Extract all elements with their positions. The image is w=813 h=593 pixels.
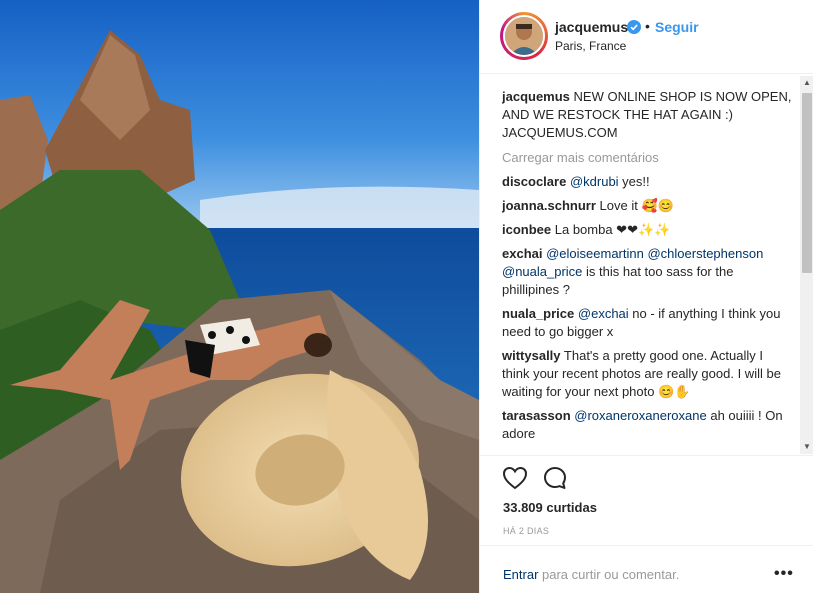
likes-count[interactable]: 33.809 curtidas <box>503 500 597 515</box>
comment-item: iconbee La bomba ❤❤✨✨ <box>502 221 794 239</box>
comment-mention[interactable]: @chloerstephenson <box>647 246 763 261</box>
comment-username[interactable]: iconbee <box>502 222 551 237</box>
username-link[interactable]: jacquemus <box>555 19 628 35</box>
avatar-portrait <box>505 17 543 55</box>
heart-icon[interactable] <box>501 464 529 492</box>
comments-list[interactable]: jacquemus NEW ONLINE SHOP IS NOW OPEN, A… <box>502 88 794 452</box>
comment-username[interactable]: joanna.schnurr <box>502 198 596 213</box>
post-header: jacquemus • Seguir Paris, France <box>480 0 813 74</box>
avatar[interactable] <box>500 12 548 60</box>
comment-mention[interactable]: @roxaneroxaneroxane <box>574 408 706 423</box>
comment-text: Love it 🥰😊 <box>599 198 674 213</box>
comment-item: wittysally That's a pretty good one. Act… <box>502 347 794 401</box>
comment-item: nuala_price @exchai no - if anything I t… <box>502 305 794 341</box>
comment-item: discoclare @kdrubi yes!! <box>502 173 794 191</box>
comment-mention[interactable]: @nuala_price <box>502 264 582 279</box>
follow-button[interactable]: Seguir <box>655 19 699 35</box>
comment-username[interactable]: exchai <box>502 246 542 261</box>
comment-username[interactable]: tarasasson <box>502 408 571 423</box>
caption-username[interactable]: jacquemus <box>502 89 570 104</box>
post-photo <box>0 0 479 593</box>
post-sidebar: jacquemus • Seguir Paris, France jacquem… <box>479 0 813 593</box>
comment-item: tarasasson @roxaneroxaneroxane ah ouiiii… <box>502 407 794 443</box>
login-line: Entrar para curtir ou comentar. <box>503 567 679 582</box>
login-link[interactable]: Entrar <box>503 567 538 582</box>
more-options-icon[interactable]: ••• <box>774 565 794 583</box>
scroll-down-arrow-icon[interactable]: ▼ <box>800 440 813 454</box>
comment-mention[interactable]: @eloiseemartinn <box>546 246 644 261</box>
comment-mention[interactable]: @exchai <box>578 306 629 321</box>
caption: jacquemus NEW ONLINE SHOP IS NOW OPEN, A… <box>502 88 794 142</box>
comment-text: yes!! <box>618 174 650 189</box>
avatar-image <box>503 15 545 57</box>
comment-bubble-icon[interactable] <box>541 464 569 492</box>
photo-illustration <box>0 0 479 593</box>
load-more-comments-button[interactable]: Carregar mais comentários <box>502 149 794 167</box>
location-link[interactable]: Paris, France <box>555 39 626 53</box>
verified-badge-icon <box>627 20 641 34</box>
comment-text: La bomba ❤❤✨✨ <box>554 222 671 237</box>
post-timestamp[interactable]: HÁ 2 DIAS <box>503 526 549 536</box>
scrollbar-thumb[interactable] <box>802 93 812 273</box>
separator-dot: • <box>645 18 650 34</box>
comments-scrollbar[interactable]: ▲ ▼ <box>800 76 813 454</box>
scroll-up-arrow-icon[interactable]: ▲ <box>800 76 813 90</box>
comment-item: joanna.schnurr Love it 🥰😊 <box>502 197 794 215</box>
comment-item: exchai @eloiseemartinn @chloerstephenson… <box>502 245 794 299</box>
comment-username[interactable]: wittysally <box>502 348 561 363</box>
action-bar <box>480 455 813 499</box>
login-prompt: Entrar para curtir ou comentar. ••• <box>480 545 813 593</box>
login-text: para curtir ou comentar. <box>538 567 680 582</box>
comment-username[interactable]: nuala_price <box>502 306 574 321</box>
comment-mention[interactable]: @kdrubi <box>570 174 619 189</box>
comment-username[interactable]: discoclare <box>502 174 566 189</box>
